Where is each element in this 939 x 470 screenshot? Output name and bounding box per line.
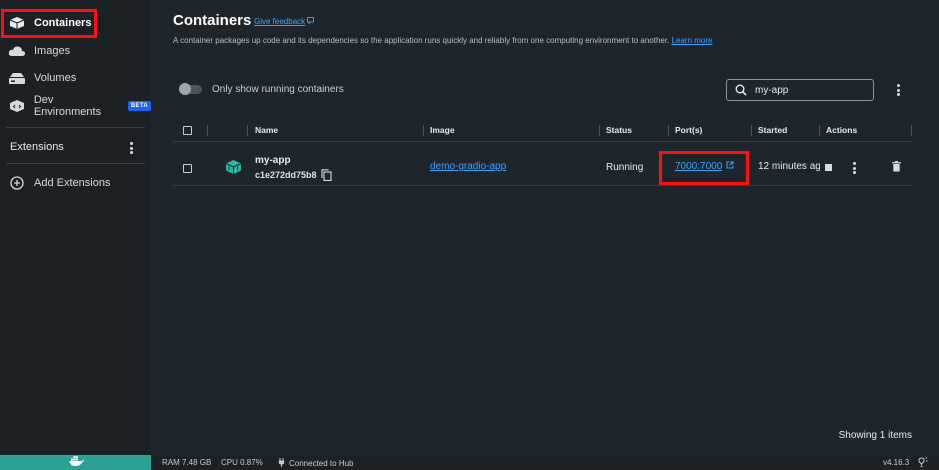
sidebar-item-label: Containers xyxy=(34,17,92,29)
plug-icon xyxy=(278,458,285,469)
beta-badge: BETA xyxy=(127,101,151,111)
cpu-usage: CPU 0.87% xyxy=(221,458,263,467)
extensions-menu-icon[interactable] xyxy=(126,140,136,156)
learn-more-link[interactable]: Learn more xyxy=(672,36,713,45)
container-name[interactable]: my-app xyxy=(255,155,291,166)
port-link[interactable]: 7000:7000 xyxy=(675,161,734,172)
page-description: A container packages up code and its dep… xyxy=(173,36,712,45)
status-text: Running xyxy=(606,162,644,173)
running-only-toggle[interactable] xyxy=(179,83,202,95)
column-separator xyxy=(247,125,248,136)
sidebar-item-images[interactable]: Images xyxy=(0,38,151,64)
tips-lightbulb-icon[interactable] xyxy=(917,457,928,469)
started-text: 12 minutes ag xyxy=(758,161,820,172)
version-text: v4.16.3 xyxy=(883,458,910,467)
port-link-label[interactable]: 7000:7000 xyxy=(675,161,722,172)
dev-environments-icon xyxy=(8,99,26,113)
column-separator xyxy=(911,125,912,136)
row-more-icon[interactable] xyxy=(849,160,859,176)
cloud-icon xyxy=(8,44,26,58)
sidebar-divider xyxy=(6,163,145,164)
add-extensions-label: Add Extensions xyxy=(34,177,111,189)
description-text: A container packages up code and its dep… xyxy=(173,36,670,45)
containers-icon xyxy=(8,16,26,30)
column-separator xyxy=(819,125,820,136)
docker-whale-button[interactable] xyxy=(0,455,151,470)
stop-icon[interactable] xyxy=(825,164,832,171)
container-id: c1e272dd75b8 xyxy=(255,170,317,180)
column-header-image[interactable]: Image xyxy=(430,125,455,135)
volumes-icon xyxy=(8,71,26,85)
add-extensions-button[interactable]: Add Extensions xyxy=(0,170,151,196)
column-header-started[interactable]: Started xyxy=(758,125,787,135)
row-checkbox[interactable] xyxy=(183,164,192,173)
give-feedback-link[interactable]: Give feedback xyxy=(254,17,315,26)
add-circle-icon xyxy=(8,176,26,190)
items-count: Showing 1 items xyxy=(838,430,912,441)
sidebar: Containers Images Volumes Dev Environmen… xyxy=(0,0,151,455)
column-separator xyxy=(599,125,600,136)
column-header-status[interactable]: Status xyxy=(606,125,632,135)
column-separator xyxy=(423,125,424,136)
docker-whale-icon xyxy=(68,454,84,470)
more-options-icon[interactable] xyxy=(893,82,903,98)
column-header-actions: Actions xyxy=(826,125,858,135)
give-feedback-label: Give feedback xyxy=(254,17,306,26)
feedback-icon xyxy=(307,17,315,26)
main-panel: Containers Give feedback A container pac… xyxy=(151,0,939,455)
column-separator xyxy=(668,125,669,136)
ram-usage: RAM 7.48 GB xyxy=(162,458,212,467)
search-input[interactable] xyxy=(755,84,855,96)
select-all-checkbox[interactable] xyxy=(183,126,192,135)
extensions-title: Extensions xyxy=(10,141,64,153)
sidebar-item-dev-environments[interactable]: Dev Environments BETA xyxy=(0,93,151,119)
column-separator xyxy=(751,125,752,136)
sidebar-item-label: Volumes xyxy=(34,72,77,84)
column-header-name[interactable]: Name xyxy=(255,125,278,135)
column-header-ports[interactable]: Port(s) xyxy=(675,125,702,135)
sidebar-item-containers[interactable]: Containers xyxy=(0,10,151,36)
image-link[interactable]: demo-gradio-app xyxy=(430,161,506,172)
column-separator xyxy=(207,125,208,136)
running-only-label: Only show running containers xyxy=(212,84,344,95)
page-title: Containers xyxy=(173,12,252,29)
table-row[interactable]: my-app c1e272dd75b8 demo-gradio-app Runn… xyxy=(173,150,913,186)
table-header: Name Image Status Port(s) Started Action… xyxy=(173,120,913,142)
container-icon xyxy=(225,159,242,178)
sidebar-item-volumes[interactable]: Volumes xyxy=(0,65,151,91)
copy-icon[interactable] xyxy=(321,169,332,184)
sidebar-divider xyxy=(6,127,145,128)
search-field[interactable] xyxy=(726,79,874,101)
external-link-icon xyxy=(726,161,734,172)
hub-status: Connected to Hub xyxy=(278,458,354,469)
hub-status-label: Connected to Hub xyxy=(289,459,354,468)
sidebar-item-label: Images xyxy=(34,45,71,57)
delete-icon[interactable] xyxy=(892,161,901,175)
status-bar: RAM 7.48 GB CPU 0.87% Connected to Hub v… xyxy=(0,455,939,470)
sidebar-item-label: Dev Environments xyxy=(33,94,102,118)
search-icon xyxy=(735,84,749,96)
